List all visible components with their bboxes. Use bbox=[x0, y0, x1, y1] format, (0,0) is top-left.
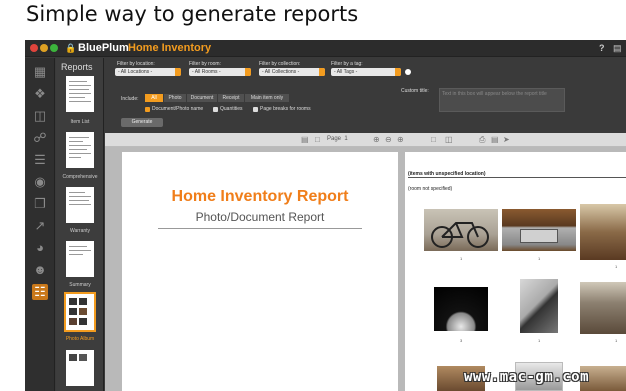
living-room-photo bbox=[580, 204, 626, 260]
chevron-down-icon bbox=[319, 68, 325, 76]
generate-button[interactable]: Generate bbox=[121, 118, 163, 127]
bicycle-photo bbox=[424, 209, 498, 251]
custom-title-label: Custom title: bbox=[401, 88, 429, 94]
report-label-photo-album[interactable]: Photo Album bbox=[56, 336, 104, 342]
report-label-item-list[interactable]: Item List bbox=[56, 119, 104, 125]
minimize-window-button[interactable] bbox=[40, 44, 48, 52]
page-view-icon[interactable]: □ bbox=[315, 135, 320, 144]
bedding-photo bbox=[520, 279, 558, 333]
lock-icon: 🔒 bbox=[65, 43, 77, 53]
collections-icon[interactable]: ☰ bbox=[32, 152, 48, 168]
document-icon[interactable]: ▤ bbox=[613, 43, 622, 54]
tag-filter-select[interactable]: - All Tags - bbox=[331, 68, 401, 76]
quantities-checkbox[interactable] bbox=[213, 107, 218, 112]
reports-title: Reports bbox=[61, 62, 93, 72]
microwave-photo bbox=[502, 209, 576, 251]
document-photo-name-label: Document/Photo name bbox=[152, 106, 204, 112]
watermark: www.mac-gm.com bbox=[464, 369, 590, 385]
photo-number: 1 bbox=[460, 256, 463, 261]
photo-number: 3 bbox=[460, 338, 463, 343]
include-photo-option[interactable]: Photo bbox=[164, 94, 186, 102]
page-breaks-checkbox[interactable] bbox=[253, 107, 258, 112]
page-title: Home Inventory bbox=[128, 42, 212, 54]
chevron-down-icon bbox=[395, 68, 401, 76]
zoom-window-button[interactable] bbox=[50, 44, 58, 52]
document-photo-name-checkbox[interactable] bbox=[145, 107, 150, 112]
close-window-button[interactable] bbox=[30, 44, 38, 52]
send-icon[interactable]: ➤ bbox=[503, 135, 510, 144]
locations-icon[interactable]: ◉ bbox=[32, 174, 48, 190]
filter-bar: Filter by location: - All Locations - Fi… bbox=[105, 58, 626, 133]
single-page-icon[interactable]: □ bbox=[431, 135, 436, 144]
collection-filter-label: Filter by collection: bbox=[259, 61, 301, 67]
export-pdf-icon[interactable]: ▤ bbox=[491, 135, 499, 144]
report-thumb-photo-album[interactable] bbox=[64, 292, 96, 332]
sidebar-toggle-icon[interactable]: ▤ bbox=[301, 135, 309, 144]
custom-title-input[interactable]: Text in this box will appear below the r… bbox=[439, 88, 565, 112]
include-label: Include: bbox=[121, 96, 139, 102]
photo-number: 1 bbox=[615, 338, 618, 343]
report-preview: Home Inventory Report Photo/Document Rep… bbox=[105, 147, 626, 391]
report-thumb-warranty[interactable] bbox=[66, 187, 94, 223]
zoom-fit-icon[interactable]: ⊕ bbox=[373, 135, 380, 144]
location-filter-select[interactable]: - All Locations - bbox=[115, 68, 181, 76]
photos-icon[interactable]: ▦ bbox=[32, 64, 48, 80]
rooms-icon[interactable]: ◫ bbox=[32, 108, 48, 124]
include-receipt-option[interactable]: Receipt bbox=[218, 94, 244, 102]
report-thumb-extra[interactable] bbox=[66, 350, 94, 386]
report-label-summary[interactable]: Summary bbox=[56, 282, 104, 288]
report-subtitle: Photo/Document Report bbox=[195, 210, 325, 224]
copy-icon[interactable]: ❐ bbox=[32, 196, 48, 212]
app-window: 🔒 BluePlum Home Inventory ? ▤ ▦ ❖ ◫ ☍ ☰ … bbox=[25, 40, 626, 391]
categories-icon[interactable]: ❖ bbox=[32, 86, 48, 102]
reports-panel: Reports Item List Comprehensive Warranty… bbox=[56, 58, 104, 391]
heading-divider bbox=[408, 177, 626, 178]
preview-page-1: Home Inventory Report Photo/Document Rep… bbox=[122, 152, 398, 391]
moon-photo bbox=[434, 287, 488, 331]
location-filter-label: Filter by location: bbox=[117, 61, 155, 67]
page-breaks-label: Page breaks for rooms bbox=[260, 106, 311, 112]
help-icon[interactable]: ? bbox=[599, 43, 605, 53]
title-bar: 🔒 BluePlum Home Inventory ? ▤ bbox=[25, 40, 626, 57]
photo-number: 1 bbox=[538, 256, 541, 261]
page-indicator: Page 1 bbox=[327, 136, 348, 142]
photo-number: 1 bbox=[538, 338, 541, 343]
zoom-out-icon[interactable]: ⊖ bbox=[385, 135, 392, 144]
tags-icon[interactable]: ☍ bbox=[32, 130, 48, 146]
app-name: BluePlum bbox=[78, 42, 129, 54]
preview-page-2: (items with unspecified location) (room … bbox=[405, 152, 626, 391]
room-interior-photo bbox=[580, 282, 626, 334]
caption: Simple way to generate reports bbox=[26, 2, 359, 26]
title-divider bbox=[158, 228, 362, 229]
report-label-warranty[interactable]: Warranty bbox=[56, 228, 104, 234]
include-document-option[interactable]: Document bbox=[187, 94, 217, 102]
reports-icon[interactable]: ☷ bbox=[32, 284, 48, 300]
report-title: Home Inventory Report bbox=[171, 188, 349, 205]
two-page-icon[interactable]: ◫ bbox=[445, 135, 453, 144]
chevron-down-icon bbox=[175, 68, 181, 76]
report-thumb-comprehensive[interactable] bbox=[66, 132, 94, 168]
print-icon[interactable]: ⎙ bbox=[479, 135, 485, 145]
chart-icon[interactable]: ↗ bbox=[32, 218, 48, 234]
report-thumb-item-list[interactable] bbox=[66, 76, 94, 112]
preview-toolbar: ▤ □ Page 1 ⊕ ⊖ ⊕ □ ◫ ⎙ ▤ ➤ bbox=[105, 133, 626, 147]
photo-number: 1 bbox=[615, 264, 618, 269]
contacts-icon[interactable]: ☻ bbox=[32, 262, 48, 278]
pie-icon[interactable]: ◕ bbox=[32, 240, 48, 256]
room-filter-select[interactable]: - All Rooms - bbox=[189, 68, 251, 76]
report-thumb-summary[interactable] bbox=[66, 241, 94, 277]
chevron-down-icon bbox=[245, 68, 251, 76]
room-subheading: (room not specified) bbox=[408, 186, 453, 192]
quantities-label: Quantities bbox=[220, 106, 243, 112]
tag-filter-label: Filter by a tag: bbox=[331, 61, 363, 67]
tag-filter-toggle[interactable] bbox=[405, 69, 411, 75]
zoom-in-icon[interactable]: ⊕ bbox=[397, 135, 404, 144]
include-main-item-only-option[interactable]: Main item only bbox=[245, 94, 289, 102]
main-nav-iconbar: ▦ ❖ ◫ ☍ ☰ ◉ ❐ ↗ ◕ ☻ ☷ bbox=[25, 58, 55, 391]
collection-filter-select[interactable]: - All Collections - bbox=[259, 68, 325, 76]
room-filter-label: Filter by room: bbox=[189, 61, 221, 67]
report-label-comprehensive[interactable]: Comprehensive bbox=[56, 174, 104, 180]
include-all-option[interactable]: All bbox=[145, 94, 163, 102]
